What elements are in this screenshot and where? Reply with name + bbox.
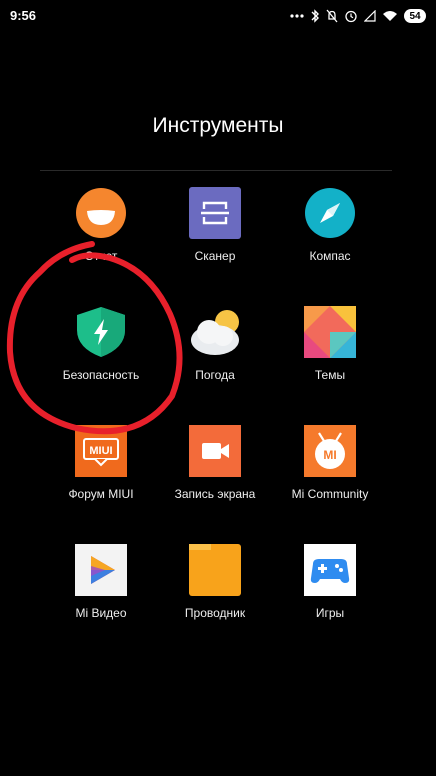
- wifi-icon: [383, 11, 397, 21]
- app-report[interactable]: Отчет: [36, 187, 166, 263]
- bluetooth-icon: [311, 9, 319, 23]
- app-label: Безопасность: [62, 368, 140, 382]
- miui-forum-icon: MIUI: [75, 425, 127, 477]
- signal-icon: [364, 10, 376, 22]
- folder-divider: [40, 170, 392, 171]
- screen-recorder-icon: [189, 425, 241, 477]
- folder-title: Инструменты: [152, 114, 284, 137]
- dots-icon: [290, 14, 304, 18]
- app-games[interactable]: Игры: [265, 544, 395, 620]
- weather-icon: [191, 310, 239, 355]
- alarm-icon: [345, 10, 357, 23]
- status-time: 9:56: [10, 8, 37, 23]
- app-mi-community[interactable]: MI Mi Community: [265, 425, 395, 501]
- battery-icon: 54: [404, 9, 426, 23]
- app-scanner[interactable]: Сканер: [150, 187, 280, 263]
- app-label: Погода: [195, 368, 235, 382]
- app-mi-video[interactable]: Mi Видео: [36, 544, 166, 620]
- status-bar: 9:56 54: [0, 0, 436, 32]
- themes-icon: [304, 306, 356, 358]
- compass-icon: [305, 188, 355, 238]
- app-label: Проводник: [184, 606, 246, 620]
- app-security[interactable]: Безопасность: [36, 306, 166, 382]
- app-label: Запись экрана: [174, 487, 256, 501]
- status-icons: 54: [290, 6, 426, 26]
- mi-community-icon: MI: [304, 425, 356, 477]
- app-screen-recorder[interactable]: Запись экрана: [150, 425, 280, 501]
- app-weather[interactable]: Погода: [150, 306, 280, 382]
- scanner-icon: [189, 187, 241, 239]
- report-face-icon: [76, 188, 126, 238]
- app-label: Сканер: [194, 249, 236, 263]
- app-label: Игры: [315, 606, 345, 620]
- app-label: Отчет: [84, 249, 118, 263]
- app-label: Компас: [309, 249, 351, 263]
- app-compass[interactable]: Компас: [265, 187, 395, 263]
- app-miui-forum[interactable]: MIUI Форум MIUI: [36, 425, 166, 501]
- file-manager-icon: [189, 544, 241, 596]
- security-shield-icon: [77, 307, 125, 357]
- mute-icon: [326, 9, 338, 23]
- mi-video-icon: [75, 544, 127, 596]
- app-label: Форум MIUI: [68, 487, 134, 501]
- app-file-manager[interactable]: Проводник: [150, 544, 280, 620]
- app-label: Mi Community: [291, 487, 369, 501]
- app-themes[interactable]: Темы: [265, 306, 395, 382]
- mi-icon-text: MI: [323, 448, 336, 462]
- games-icon: [304, 544, 356, 596]
- miui-icon-text: MIUI: [89, 445, 112, 457]
- app-label: Темы: [314, 368, 346, 382]
- app-label: Mi Видео: [75, 606, 127, 620]
- battery-level: 54: [409, 10, 421, 22]
